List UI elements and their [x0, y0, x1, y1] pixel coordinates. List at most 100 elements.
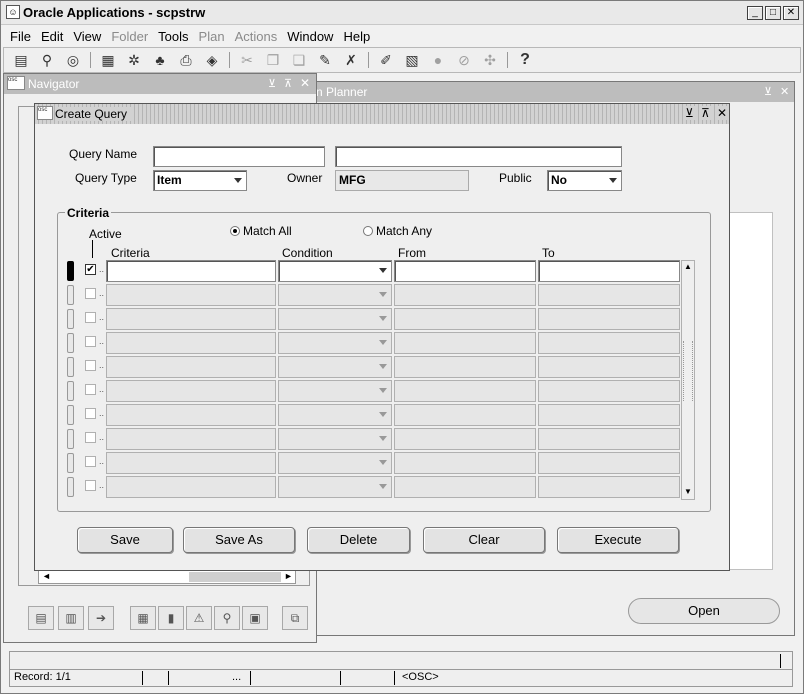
to-cell[interactable] [538, 284, 680, 306]
active-checkbox[interactable]: ✔ [85, 264, 96, 275]
maximize-icon[interactable]: ⊼ [284, 77, 292, 90]
descriptive-flexfield-icon[interactable]: .. [99, 336, 104, 346]
query-description-field[interactable] [335, 146, 622, 167]
translations-icon[interactable]: ● [427, 50, 449, 70]
show-navigator-icon[interactable]: ◎ [62, 50, 84, 70]
from-cell[interactable] [394, 356, 536, 378]
close-icon[interactable]: ✕ [715, 106, 730, 120]
active-checkbox[interactable] [85, 432, 96, 443]
cut-icon[interactable]: ✂ [236, 50, 258, 70]
criteria-vertical-scrollbar[interactable]: ▲ ▼ [681, 260, 695, 500]
from-cell[interactable] [394, 476, 536, 498]
record-indicator[interactable] [67, 429, 74, 449]
menu-help[interactable]: Help [338, 29, 375, 44]
from-cell[interactable] [394, 284, 536, 306]
record-indicator[interactable] [67, 333, 74, 353]
active-checkbox[interactable] [85, 360, 96, 371]
record-indicator[interactable] [67, 357, 74, 377]
from-cell[interactable] [394, 308, 536, 330]
public-select[interactable]: No [547, 170, 622, 191]
active-checkbox[interactable] [85, 384, 96, 395]
nav-warning-icon[interactable]: ⚠ [186, 606, 212, 630]
record-indicator[interactable] [67, 381, 74, 401]
to-cell[interactable] [538, 356, 680, 378]
minimize-icon[interactable]: ⊻ [683, 106, 696, 120]
from-cell[interactable] [394, 260, 536, 282]
menu-file[interactable]: File [5, 29, 36, 44]
save-as-button[interactable]: Save As [183, 527, 295, 553]
condition-cell[interactable] [278, 452, 392, 474]
new-icon[interactable]: ▤ [10, 50, 32, 70]
descriptive-flexfield-icon[interactable]: .. [99, 480, 104, 490]
to-cell[interactable] [538, 308, 680, 330]
condition-cell[interactable] [278, 476, 392, 498]
record-indicator[interactable] [67, 405, 74, 425]
from-cell[interactable] [394, 428, 536, 450]
match-all-radio[interactable]: Match All [230, 224, 292, 238]
from-cell[interactable] [394, 404, 536, 426]
close-icon[interactable]: ✕ [300, 76, 310, 90]
nav-open-doc-icon[interactable]: ▥ [58, 606, 84, 630]
scroll-down-icon[interactable]: ▼ [684, 487, 692, 496]
record-indicator[interactable] [67, 453, 74, 473]
criteria-cell[interactable] [106, 332, 276, 354]
menu-edit[interactable]: Edit [36, 29, 68, 44]
condition-cell[interactable] [278, 308, 392, 330]
menu-view[interactable]: View [68, 29, 106, 44]
match-any-radio[interactable]: Match Any [363, 224, 432, 238]
scroll-up-icon[interactable]: ▲ [684, 262, 692, 271]
record-indicator[interactable] [67, 261, 74, 281]
to-cell[interactable] [538, 332, 680, 354]
condition-cell[interactable] [278, 284, 392, 306]
clear-button[interactable]: Clear [423, 527, 545, 553]
new-record-icon[interactable]: ✎ [314, 50, 336, 70]
maximize-button[interactable]: □ [765, 6, 781, 20]
condition-cell[interactable] [278, 356, 392, 378]
edit-field-icon[interactable]: ✐ [375, 50, 397, 70]
menu-actions[interactable]: Actions [230, 29, 283, 44]
nav-export-icon[interactable]: ➔ [88, 606, 114, 630]
menu-tools[interactable]: Tools [153, 29, 193, 44]
delete-button[interactable]: Delete [307, 527, 410, 553]
condition-cell[interactable] [278, 380, 392, 402]
criteria-cell[interactable] [106, 380, 276, 402]
query-type-select[interactable]: Item [153, 170, 247, 191]
find-icon[interactable]: ⚲ [36, 50, 58, 70]
from-cell[interactable] [394, 452, 536, 474]
query-name-field[interactable] [153, 146, 325, 167]
copy-icon[interactable]: ❐ [262, 50, 284, 70]
descriptive-flexfield-icon[interactable]: .. [99, 432, 104, 442]
nav-document-icon[interactable]: ▤ [28, 606, 54, 630]
descriptive-flexfield-icon[interactable]: .. [99, 360, 104, 370]
menu-folder[interactable]: Folder [106, 29, 153, 44]
print-icon[interactable]: ⎙ [175, 50, 197, 70]
to-cell[interactable] [538, 260, 680, 282]
criteria-cell[interactable] [106, 476, 276, 498]
condition-cell[interactable] [278, 428, 392, 450]
close-icon[interactable]: ✕ [780, 85, 789, 98]
to-cell[interactable] [538, 428, 680, 450]
descriptive-flexfield-icon[interactable]: .. [99, 288, 104, 298]
help-icon[interactable]: ? [514, 50, 536, 70]
nav-tree-icon[interactable]: ⧉ [282, 606, 308, 630]
record-indicator[interactable] [67, 309, 74, 329]
attachments-icon[interactable]: ⊘ [453, 50, 475, 70]
menu-plan[interactable]: Plan [194, 29, 230, 44]
save-icon[interactable]: ▦ [97, 50, 119, 70]
condition-cell[interactable] [278, 404, 392, 426]
active-checkbox[interactable] [85, 336, 96, 347]
scroll-thumb[interactable] [189, 572, 281, 582]
record-indicator[interactable] [67, 285, 74, 305]
nav-image-icon[interactable]: ▣ [242, 606, 268, 630]
navigator-horizontal-scrollbar[interactable]: ◄ ► [38, 570, 296, 584]
scroll-right-icon[interactable]: ► [284, 571, 293, 581]
descriptive-flexfield-icon[interactable]: .. [99, 408, 104, 418]
minimize-icon[interactable]: ⊻ [764, 85, 772, 98]
criteria-cell[interactable] [106, 452, 276, 474]
minimize-button[interactable]: _ [747, 6, 763, 20]
active-checkbox[interactable] [85, 288, 96, 299]
descriptive-flexfield-icon[interactable]: .. [99, 384, 104, 394]
minimize-icon[interactable]: ⊻ [268, 77, 276, 90]
to-cell[interactable] [538, 452, 680, 474]
active-checkbox[interactable] [85, 456, 96, 467]
